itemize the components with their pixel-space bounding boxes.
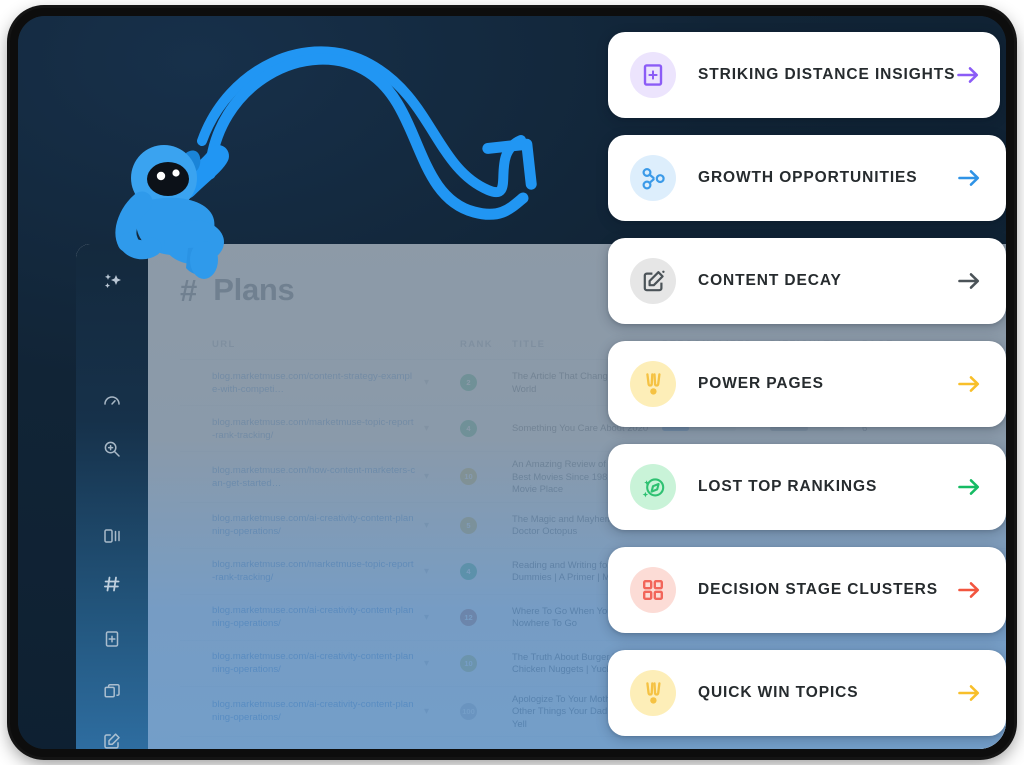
row-expand-caret[interactable]: ▾ [424,471,460,482]
sidebar-item-plans-hash[interactable] [76,574,148,594]
row-expand-caret[interactable]: ▾ [424,377,460,388]
feature-card-label: POWER PAGES [698,375,824,392]
feature-card-growth-opportunities[interactable]: GROWTH OPPORTUNITIES [608,135,1006,221]
row-expand-caret[interactable]: ▾ [424,566,460,577]
row-rank: 10 [460,468,512,486]
row-expand-caret[interactable]: ▾ [424,658,460,669]
medal-icon [630,361,676,407]
arrow-right-icon[interactable] [956,476,982,498]
column-header-url[interactable]: URL [212,339,424,350]
feature-card-striking-distance-insights[interactable]: STRIKING DISTANCE INSIGHTS [608,32,1000,118]
frame-plus-icon [630,52,676,98]
row-url[interactable]: blog.marketmuse.com/content-strategy-exa… [212,370,424,396]
row-url[interactable]: blog.marketmuse.com/ai-creativity-conten… [212,604,424,630]
feature-card-quick-win-topics[interactable]: QUICK WIN TOPICS [608,650,1006,736]
grid-four-icon [630,567,676,613]
feature-card-power-pages[interactable]: POWER PAGES [608,341,1006,427]
feature-card-label: QUICK WIN TOPICS [698,684,859,701]
feature-card-label: LOST TOP RANKINGS [698,478,878,495]
feature-card-label: CONTENT DECAY [698,272,842,289]
row-expand-caret[interactable]: ▾ [424,612,460,623]
row-expand-caret[interactable]: ▾ [424,520,460,531]
row-rank: 5 [460,516,512,534]
arrow-right-icon[interactable] [956,270,982,292]
arrow-right-icon[interactable] [956,167,982,189]
arrow-right-icon[interactable] [956,682,982,704]
device-screen: # Plans URL RANK TITLE PERSONALIZED DIFF… [18,16,1006,749]
feature-cards-stack: STRIKING DISTANCE INSIGHTS GROWTH OPPORT… [608,32,1006,749]
arrow-right-icon[interactable] [956,579,982,601]
row-url[interactable]: blog.marketmuse.com/marketmuse-topic-rep… [212,558,424,584]
row-rank: 12 [460,608,512,626]
arrow-right-icon[interactable] [955,64,981,86]
compass-sparkle-icon [630,464,676,510]
row-url[interactable]: blog.marketmuse.com/ai-creativity-conten… [212,698,424,724]
feature-card-label: STRIKING DISTANCE INSIGHTS [698,66,956,83]
arrow-right-icon[interactable] [956,373,982,395]
share-nodes-icon [630,155,676,201]
feature-card-decision-stage-clusters[interactable]: DECISION STAGE CLUSTERS [608,547,1006,633]
sidebar-item-dashboard-gauge[interactable] [76,391,148,411]
row-rank: 10 [460,654,512,672]
device-frame: # Plans URL RANK TITLE PERSONALIZED DIFF… [10,8,1014,757]
edit-square-icon [630,258,676,304]
sidebar-item-logo-sparkles[interactable] [76,270,148,296]
row-expand-caret[interactable]: ▾ [424,706,460,717]
sidebar-item-compete-panels[interactable] [76,526,148,546]
sidebar-item-research-search[interactable] [76,439,148,459]
app-sidebar [76,244,148,749]
row-rank: 4 [460,420,512,437]
column-header-rank[interactable]: RANK [460,339,512,350]
row-rank: 100 [460,702,512,720]
row-url[interactable]: blog.marketmuse.com/how-content-marketer… [212,464,424,490]
row-rank: 2 [460,374,512,391]
sidebar-item-inventory-copy[interactable] [76,681,148,701]
page-title: Plans [213,272,295,307]
sidebar-item-striking-distance[interactable] [76,629,148,649]
sidebar-item-optimize-edit[interactable] [76,731,148,749]
row-expand-caret[interactable]: ▾ [424,423,460,434]
row-url[interactable]: blog.marketmuse.com/content-strategy-exa… [212,747,424,750]
medal-icon [630,670,676,716]
feature-card-label: GROWTH OPPORTUNITIES [698,169,918,186]
row-url[interactable]: blog.marketmuse.com/marketmuse-topic-rep… [212,416,424,442]
row-url[interactable]: blog.marketmuse.com/ai-creativity-conten… [212,650,424,676]
page-hash-icon: # [180,272,198,308]
page-header: # Plans [180,272,295,308]
feature-card-content-decay[interactable]: CONTENT DECAY [608,238,1006,324]
feature-card-label: DECISION STAGE CLUSTERS [698,581,939,598]
feature-card-lost-top-rankings[interactable]: LOST TOP RANKINGS [608,444,1006,530]
row-rank: 4 [460,562,512,580]
row-url[interactable]: blog.marketmuse.com/ai-creativity-conten… [212,512,424,538]
